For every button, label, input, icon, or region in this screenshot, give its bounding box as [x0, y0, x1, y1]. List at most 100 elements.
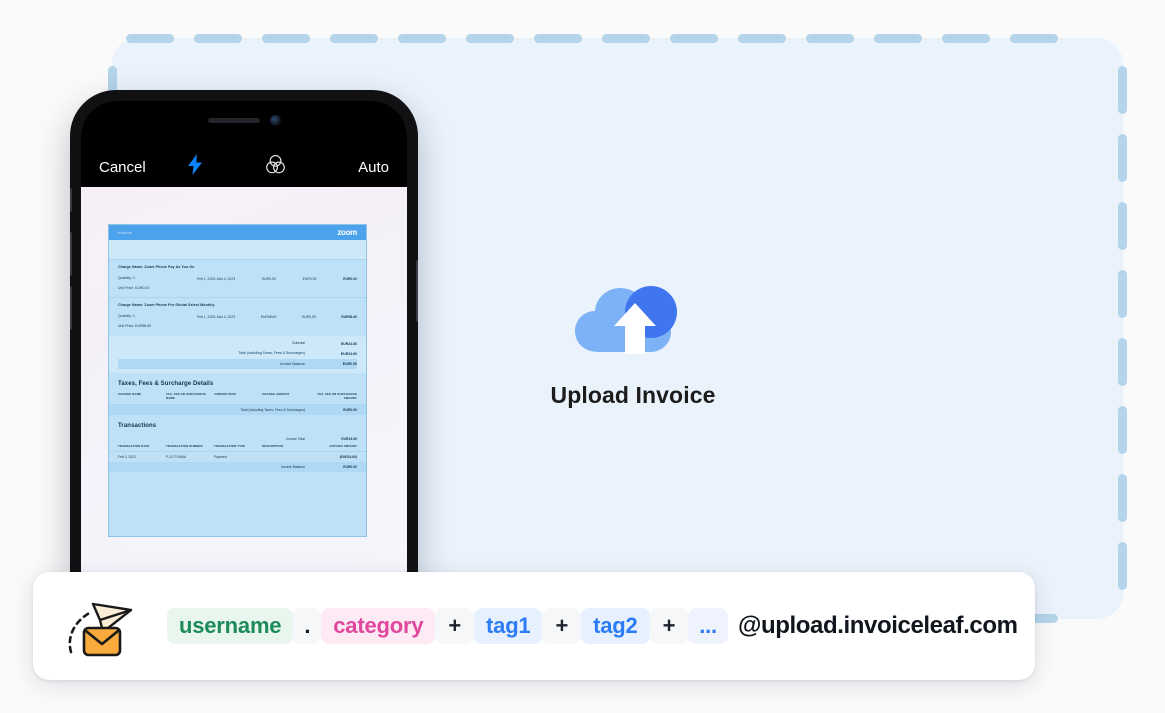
invoice-line-item: Charge Name: Zoom Phone Pro Global Selec… [109, 297, 366, 335]
dash-top [670, 34, 718, 43]
line-item-amount-2: EUR0.00 [301, 315, 316, 320]
dash-top [534, 34, 582, 43]
email-address-pattern[interactable]: username. category + tag1 + tag2 +... [167, 608, 728, 644]
dash-right [1118, 338, 1127, 386]
invoice-summary: Subtotal EUR24.60 Total (Including Taxes… [109, 335, 366, 374]
summary-value: EUR0.00 [342, 362, 357, 367]
taxes-section-title: Taxes, Fees & Surcharge Details [118, 381, 214, 388]
earpiece-speaker [207, 117, 260, 123]
table-row: Feb 3, 2023 P-21770166A Payment (EUR24.6… [109, 452, 366, 462]
col-tax-amount: TAX, FEE OR SURCHARGE AMOUNT [317, 392, 357, 401]
dash-top [806, 34, 854, 43]
line-item-amount-total: EUR58.60 [341, 315, 357, 320]
chip-plus-operator: + [649, 608, 689, 644]
dash-right [1118, 202, 1127, 250]
chip-category[interactable]: category [321, 608, 436, 644]
chip-plus-operator: + [435, 608, 475, 644]
dash-right [1118, 474, 1127, 522]
summary-row: Total (Including Taxes, Fees & Surcharge… [118, 349, 357, 359]
dash-top [262, 34, 310, 43]
line-item-period: Feb 1, 2023–Mar 4, 2023 [197, 315, 236, 320]
upload-invoice-cta[interactable]: Upload Invoice [500, 270, 766, 409]
col-charge-name: CHARGE NAME [118, 392, 142, 397]
chip-username[interactable]: username [167, 608, 294, 644]
summary-value: EUR24.60 [340, 351, 357, 356]
front-camera-icon [269, 114, 281, 126]
chip-tag[interactable]: tag1 [474, 608, 543, 644]
taxes-table-header: CHARGE NAME TAX, FEE OR SURCHARGE NAME J… [109, 392, 366, 405]
invoice-meta-band [109, 240, 366, 259]
summary-row: Subtotal EUR24.60 [118, 339, 357, 349]
phone-notch [81, 109, 407, 131]
phone-screen: Cancel Auto Invoice zoom Charge Name: Zo… [81, 101, 407, 580]
col-jurisdiction: JURISDICTION [213, 392, 236, 397]
transactions-section-title: Transactions [118, 422, 157, 429]
line-item-title: Charge Name: Zoom Phone Pay As You Go [118, 265, 195, 269]
col-transaction-date: TRANSACTION DATE [118, 443, 150, 448]
email-domain-text: @upload.invoiceleaf.com [737, 612, 1018, 639]
dash-right [1118, 66, 1127, 114]
camera-cancel-button[interactable]: Cancel [99, 159, 146, 176]
camera-filters-icon[interactable] [265, 154, 286, 180]
camera-toolbar: Cancel Auto [81, 147, 407, 187]
transactions-balance-label: Invoice Balance [281, 465, 305, 470]
scanned-invoice-document: Invoice zoom Charge Name: Zoom Phone Pay… [108, 224, 367, 537]
line-item-amount-2: EUR0.00 [302, 277, 317, 281]
invoice-total-value: EUR24.60 [341, 436, 357, 441]
dash-top [398, 34, 446, 43]
dash-right [1118, 270, 1127, 318]
cell-description [262, 455, 310, 459]
invoice-header-bar: Invoice zoom [109, 225, 366, 240]
dash-right [1118, 406, 1127, 454]
screenshot-root: Upload Invoice Cancel Auto Invoice zoom … [0, 0, 1165, 713]
phone-volume-up-button [70, 232, 72, 276]
line-item-title: Charge Name: Zoom Phone Pro Global Selec… [118, 303, 215, 308]
dash-top [126, 34, 174, 43]
dash-top [602, 34, 650, 43]
dash-right [1118, 134, 1127, 182]
camera-auto-button[interactable]: Auto [358, 159, 389, 176]
col-description: DESCRIPTION [261, 443, 284, 448]
dash-top [942, 34, 990, 43]
col-transaction-number: TRANSACTION NUMBER [165, 443, 203, 448]
transactions-balance-row: Invoice Balance EUR0.00 [109, 462, 366, 473]
summary-label: Total (Including Taxes, Fees & Surcharge… [238, 351, 305, 356]
taxes-total-row: Total (Including Taxes, Fees & Surcharge… [109, 404, 366, 415]
line-item-amount-1: EUR58.60 [260, 315, 277, 320]
email-address-bar: username. category + tag1 + tag2 +... @upload.… [33, 572, 1035, 680]
dash-top [874, 34, 922, 43]
summary-row-balance: Invoice Balance EUR0.00 [118, 359, 357, 370]
upload-invoice-label: Upload Invoice [550, 382, 716, 408]
phone-silent-switch [70, 188, 72, 212]
dash-top [1010, 34, 1058, 43]
chip-more-tags[interactable]: ... [688, 608, 728, 644]
chip-tag[interactable]: tag2 [581, 608, 650, 644]
line-item-amount-1: EUR0.00 [261, 277, 276, 281]
line-item-amount-total: EUR0.00 [343, 277, 357, 281]
dash-top [194, 34, 242, 43]
line-item-unit-price: Unit Price: EUR58.60 [118, 324, 152, 329]
transactions-table-header: TRANSACTION DATE TRANSACTION NUMBER TRAN… [109, 443, 366, 453]
line-item-period: Feb 1, 2023–Mar 4, 2023 [197, 277, 236, 281]
camera-viewfinder[interactable]: Invoice zoom Charge Name: Zoom Phone Pay… [81, 187, 407, 580]
phone-power-button [416, 260, 418, 322]
flash-bolt-icon[interactable] [187, 154, 203, 180]
invoice-line-item: Charge Name: Zoom Phone Pay As You Go Qu… [109, 259, 366, 297]
taxes-total-value: EUR0.00 [343, 407, 357, 412]
cell-type: Payment [213, 455, 227, 460]
dash-top [466, 34, 514, 43]
dash-right [1118, 542, 1127, 590]
invoice-header-title: Invoice [118, 230, 133, 235]
cloud-upload-icon [573, 270, 693, 360]
summary-label: Subtotal [292, 341, 305, 346]
dash-top [738, 34, 786, 43]
cell-applied-amount: (EUR24.60) [339, 455, 357, 460]
col-tax-name: TAX, FEE OR SURCHARGE NAME [165, 392, 206, 401]
cell-number: P-21770166A [165, 455, 187, 460]
summary-label: Invoice Balance [280, 361, 305, 366]
phone-volume-down-button [70, 286, 72, 330]
line-item-unit-price: Unit Price: EUR0.00 [118, 286, 150, 290]
col-applied-amount: APPLIED AMOUNT [329, 443, 357, 448]
summary-value: EUR24.60 [340, 341, 357, 346]
chip-separator-dot: . [293, 608, 322, 644]
